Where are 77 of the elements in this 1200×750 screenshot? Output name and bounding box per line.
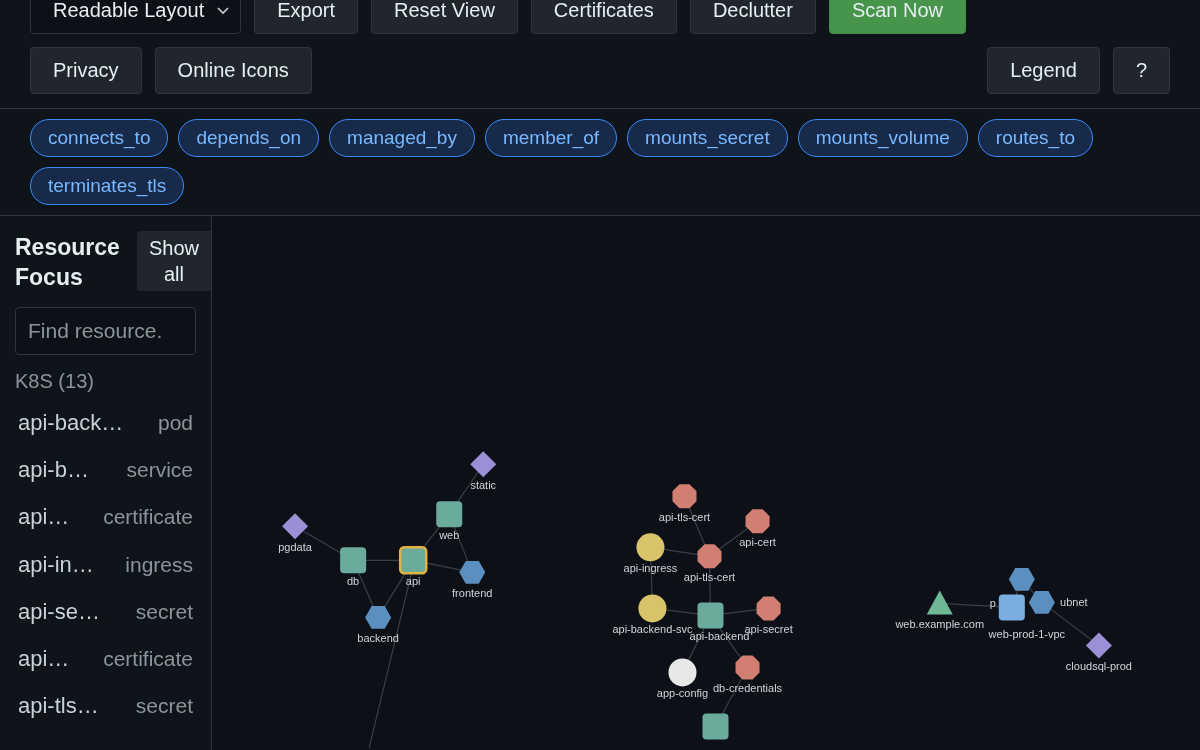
octagon-node[interactable] — [756, 596, 781, 621]
resource-type: pod — [157, 410, 193, 435]
octagon-node[interactable] — [745, 509, 770, 534]
hexagon-node[interactable] — [1008, 568, 1035, 591]
circle-node[interactable] — [668, 658, 697, 687]
node-label: ubnet — [1060, 596, 1088, 609]
toolbar-button[interactable]: Online Icons — [154, 47, 312, 94]
diamond-node[interactable] — [470, 451, 497, 478]
square-node[interactable] — [398, 546, 428, 575]
relation-filter-chip[interactable]: mounts_secret — [627, 119, 788, 157]
chevron-down-icon — [216, 5, 231, 16]
node-label: app-config — [656, 687, 709, 700]
node-label: api-ingress — [623, 562, 678, 575]
node-label: static — [470, 479, 497, 492]
sidebar-title: Resource Focus — [15, 233, 121, 292]
square-node[interactable] — [436, 501, 463, 528]
node-label: pgdata — [278, 541, 312, 554]
show-all-button[interactable]: Show all — [137, 231, 211, 291]
relation-filter-chip[interactable]: mounts_volume — [797, 119, 968, 157]
relation-filter-chip[interactable]: connects_to — [30, 119, 169, 157]
toolbar-button[interactable]: Declutter — [689, 0, 816, 34]
relation-filter-chip[interactable]: depends_on — [178, 119, 320, 157]
node-label: api-tls-cert — [658, 511, 711, 524]
resource-name[interactable]: api… — [18, 504, 70, 531]
hexagon-node[interactable] — [1028, 591, 1055, 614]
group-heading: K8S (13) — [15, 370, 95, 393]
resource-name[interactable]: api-tls… — [18, 693, 99, 720]
node-label: cloudsql-prod — [1065, 660, 1132, 673]
node-label: web.example.com — [895, 618, 985, 631]
octagon-node[interactable] — [697, 544, 722, 569]
relation-filter-chip[interactable]: managed_by — [329, 119, 475, 157]
hexagon-node[interactable] — [365, 606, 392, 629]
node-label: api — [405, 575, 421, 588]
relation-filter-chip[interactable]: routes_to — [977, 119, 1094, 157]
resource-type: certificate — [103, 647, 193, 672]
node-label: web-prod-1-vpc — [988, 628, 1066, 641]
diamond-node[interactable] — [282, 513, 309, 540]
resource-name[interactable]: api-in… — [18, 551, 94, 578]
triangle-node[interactable] — [926, 590, 953, 615]
node-label: p — [989, 597, 996, 610]
toolbar-button[interactable]: Legend — [987, 47, 1100, 94]
resource-type: ingress — [125, 552, 193, 577]
resource-type: certificate — [103, 505, 193, 530]
resource-search-field[interactable]: Find resource. — [15, 307, 196, 355]
toolbar-button[interactable]: Export — [254, 0, 359, 34]
layout-select[interactable]: Readable Layout — [30, 0, 242, 34]
hexagon-node[interactable] — [459, 561, 486, 584]
relation-filter-chip[interactable]: member_of — [484, 119, 618, 157]
node-label: api-cert — [739, 536, 776, 549]
square-node[interactable] — [702, 713, 729, 740]
node-label: api-backend-svc — [612, 623, 693, 636]
node-label: frontend — [452, 587, 493, 600]
node-label: db-credentials — [713, 682, 783, 695]
resource-type: secret — [135, 694, 193, 719]
diamond-node[interactable] — [1085, 632, 1112, 659]
relation-filter-chip[interactable]: terminates_tls — [30, 167, 185, 205]
node-label: web — [439, 529, 460, 542]
node-label: backend — [357, 632, 399, 645]
resource-name[interactable]: api-back… — [18, 409, 124, 436]
toolbar-button[interactable]: Privacy — [30, 47, 142, 94]
toolbar-button[interactable]: Certificates — [530, 0, 677, 34]
square-node[interactable] — [697, 602, 724, 629]
node-label: api-tls-cert — [683, 571, 736, 584]
circle-node[interactable] — [636, 533, 665, 562]
resource-name[interactable]: api-b… — [18, 456, 89, 483]
circle-node[interactable] — [638, 594, 667, 623]
resource-name[interactable]: api-se… — [18, 598, 100, 625]
toolbar-button[interactable]: ? — [1112, 47, 1170, 94]
node-label: db — [347, 575, 360, 588]
square-node[interactable] — [340, 547, 367, 574]
octagon-node[interactable] — [672, 484, 697, 509]
resource-type: service — [126, 457, 193, 482]
octagon-node[interactable] — [735, 655, 760, 680]
square-node[interactable] — [998, 594, 1025, 621]
toolbar-button[interactable]: Reset View — [371, 0, 518, 34]
resource-name[interactable]: api… — [18, 646, 70, 673]
resource-type: secret — [135, 599, 193, 624]
